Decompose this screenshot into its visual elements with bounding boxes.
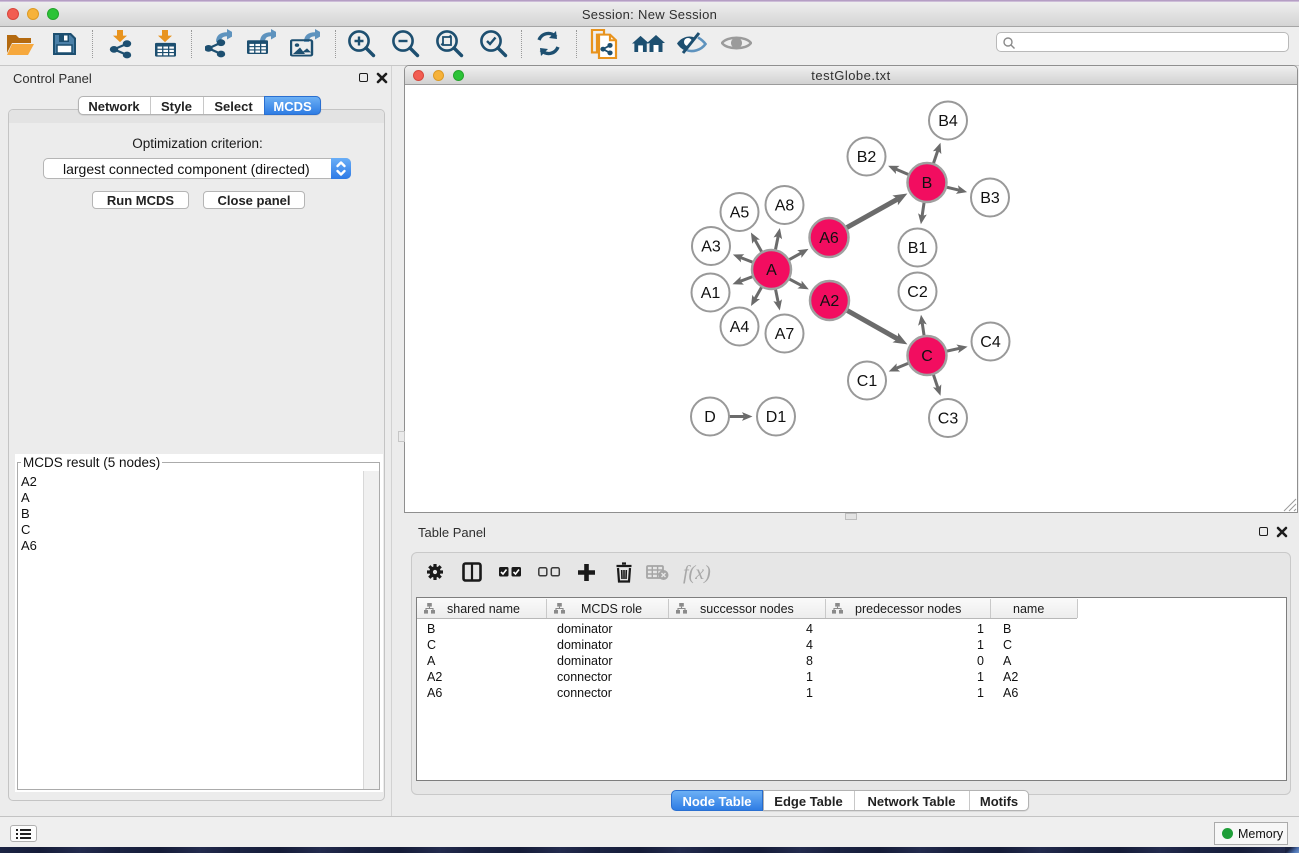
svg-text:A1: A1: [701, 285, 721, 302]
svg-text:A6: A6: [819, 230, 839, 247]
svg-text:C2: C2: [907, 284, 928, 301]
svg-text:C: C: [921, 348, 933, 365]
svg-text:A4: A4: [730, 319, 750, 336]
svg-text:B2: B2: [857, 149, 877, 166]
svg-text:C3: C3: [938, 411, 959, 428]
svg-text:B1: B1: [908, 240, 928, 257]
svg-text:A7: A7: [775, 326, 795, 343]
svg-text:C1: C1: [857, 373, 878, 390]
svg-text:A3: A3: [701, 239, 721, 256]
svg-text:B4: B4: [938, 113, 958, 130]
svg-text:B3: B3: [980, 190, 1000, 207]
svg-text:D1: D1: [766, 409, 787, 426]
svg-text:A8: A8: [775, 198, 795, 215]
svg-text:A5: A5: [730, 205, 750, 222]
svg-text:D: D: [704, 409, 716, 426]
svg-text:C4: C4: [980, 334, 1001, 351]
svg-text:B: B: [922, 175, 933, 192]
svg-text:A2: A2: [820, 293, 840, 310]
svg-text:A: A: [766, 262, 777, 279]
